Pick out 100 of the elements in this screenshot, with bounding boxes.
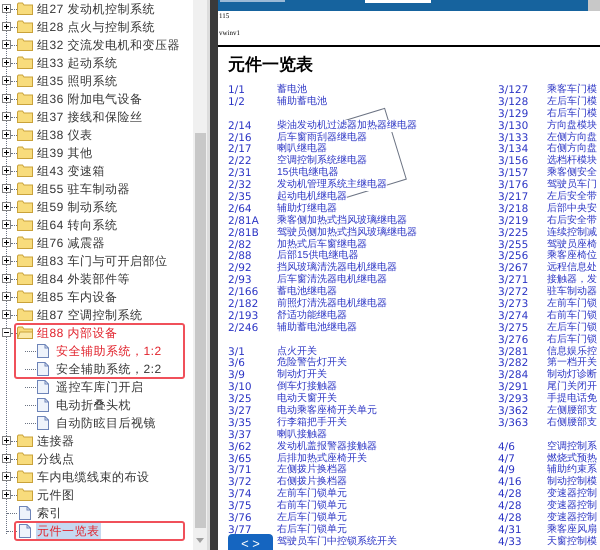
expand-icon[interactable] xyxy=(2,76,11,85)
tree-item[interactable]: 遥控车库门开启 xyxy=(55,379,144,395)
entry-name: 喇叭接触器 xyxy=(277,428,327,441)
entry-name: 后车窗雨刮器继电器 xyxy=(277,132,367,144)
tree-item[interactable]: 组64 转向系统 xyxy=(36,217,119,233)
tree-item[interactable]: 车内电缆线束的布设 xyxy=(36,469,150,485)
tree-item[interactable]: 元件图 xyxy=(36,487,76,503)
tree-item[interactable]: 组43 变速箱 xyxy=(36,163,106,179)
expand-icon[interactable] xyxy=(2,58,11,67)
entry-name: 空调控制系统继电器 xyxy=(277,155,367,168)
folder-icon xyxy=(17,254,33,267)
entry-code: 4/33 xyxy=(498,536,522,548)
tree-item[interactable]: 组84 外装部件等 xyxy=(36,271,132,287)
entry-code: 1/1 xyxy=(228,84,245,96)
entry-code: 3/130 xyxy=(498,120,528,132)
expand-icon[interactable] xyxy=(2,310,11,319)
tree-item[interactable]: 组37 接线和保险丝 xyxy=(36,109,144,125)
entry-code: 3/274 xyxy=(498,310,528,322)
entry-name: 辅助灯继电器 xyxy=(277,202,337,215)
tree-item[interactable]: 组76 减震器 xyxy=(36,235,106,251)
expand-icon[interactable] xyxy=(2,112,11,121)
entry-name: 驾驶员座椅 xyxy=(547,238,597,251)
entry-name: 蓄电池 xyxy=(277,84,307,96)
expand-icon[interactable] xyxy=(2,166,11,175)
tree-item[interactable]: 组36 附加电气设备 xyxy=(36,91,144,107)
entry-code: 2/35 xyxy=(228,190,252,203)
folder-icon xyxy=(17,20,33,33)
entry-code: 2/17 xyxy=(228,143,252,156)
tree-item[interactable]: 组83 车门与可开启部位 xyxy=(36,253,169,269)
entry-name: 15供电继电器 xyxy=(277,167,338,180)
entry-name: 乘客车门模 xyxy=(547,84,597,96)
tree-item[interactable]: 组27 发动机控制系统 xyxy=(36,1,156,17)
entry-code: 3/72 xyxy=(228,476,252,488)
entry-name: 左侧腰部支 xyxy=(547,405,597,417)
tree-item[interactable]: 组59 制动系统 xyxy=(36,199,119,215)
scrollbar-thumb[interactable] xyxy=(194,133,206,528)
expand-icon[interactable] xyxy=(2,184,11,193)
expand-icon[interactable] xyxy=(2,22,11,31)
entry-name: 柴油发动机过滤器加热器继电器 xyxy=(277,120,417,132)
tree-item[interactable]: 组55 驻车制动器 xyxy=(36,181,132,197)
entry-code: 3/71 xyxy=(228,464,252,476)
expand-icon[interactable] xyxy=(2,238,11,247)
expand-icon[interactable] xyxy=(2,148,11,157)
tree-item[interactable]: 组33 起动系统 xyxy=(36,55,119,71)
entry-name: 第一档开关 xyxy=(547,357,597,370)
expand-icon[interactable] xyxy=(2,94,11,103)
scrollbar[interactable] xyxy=(193,0,207,550)
expand-icon[interactable] xyxy=(2,40,11,49)
entry-code: 3/362 xyxy=(498,405,528,417)
tree-item[interactable]: 组32 交流发电机和变压器 xyxy=(36,37,182,53)
expand-icon[interactable] xyxy=(2,256,11,265)
entry-name: 驾驶员车门中控锁系统开关 xyxy=(277,536,397,548)
tree-item[interactable]: 电动折叠头枕 xyxy=(55,397,132,413)
expand-icon[interactable] xyxy=(2,490,11,499)
entry-code: 3/129 xyxy=(498,108,528,120)
expand-icon[interactable] xyxy=(2,472,11,481)
collapse-icon[interactable] xyxy=(2,328,11,337)
document-icon xyxy=(37,380,49,394)
entry-code: 3/218 xyxy=(498,202,528,215)
tree-item[interactable]: 安全辅助系统，2:2 xyxy=(55,361,163,377)
expand-icon[interactable] xyxy=(2,292,11,301)
entry-name: 右侧方向盘 xyxy=(547,143,597,156)
entry-name: 燃烧式预热 xyxy=(547,452,597,465)
entry-name: 方向盘模块 xyxy=(547,120,597,132)
entry-name: 选档杆模块 xyxy=(547,155,597,168)
tree-item[interactable]: 组28 点火与控制系统 xyxy=(36,19,156,35)
entry-name: 喇叭继电器 xyxy=(277,143,327,156)
tree-item[interactable]: 安全辅助系统，1:2 xyxy=(55,343,163,359)
tree-item[interactable]: 自动防眩目后视镜 xyxy=(55,415,157,431)
entry-name: 远程信息处 xyxy=(547,262,597,274)
tree-item[interactable]: 组88 内部设备 xyxy=(36,325,119,341)
tree-item[interactable]: 组39 其他 xyxy=(36,145,94,161)
entry-name: 后排加热式座椅开关 xyxy=(277,452,367,465)
expand-icon[interactable] xyxy=(2,130,11,139)
expand-icon[interactable] xyxy=(2,202,11,211)
expand-icon[interactable] xyxy=(2,454,11,463)
entry-code: 3/133 xyxy=(498,132,528,144)
folder-icon xyxy=(17,470,33,483)
entry-code: 4/7 xyxy=(498,452,515,465)
folder-icon xyxy=(17,452,33,465)
expand-icon[interactable] xyxy=(2,436,11,445)
entry-name: 右后车门模 xyxy=(547,108,597,120)
entry-name: 驾驶员侧加热式挡风玻璃继电器 xyxy=(277,226,417,239)
expand-icon[interactable] xyxy=(2,274,11,283)
tree-item[interactable]: 组85 车内设备 xyxy=(36,289,119,305)
tree-item[interactable]: 连接器 xyxy=(36,433,76,449)
entry-name: 行李箱把手开关 xyxy=(277,416,347,429)
expand-icon[interactable] xyxy=(2,220,11,229)
document-icon xyxy=(19,506,31,520)
entry-name: 连续控制减 xyxy=(547,226,597,239)
tree-item[interactable]: 组38 仪表 xyxy=(36,127,94,143)
entry-code: 3/219 xyxy=(498,214,528,227)
tree-item[interactable]: 分线点 xyxy=(36,451,76,467)
tree-item[interactable]: 组35 照明系统 xyxy=(36,73,119,89)
tree-item[interactable]: 组87 空调控制系统 xyxy=(36,307,144,323)
tree-item[interactable]: 索引 xyxy=(36,505,63,521)
entry-name: 点火开关 xyxy=(277,346,317,358)
expand-icon[interactable] xyxy=(2,4,11,13)
page-nav-button[interactable]: < > xyxy=(228,534,273,550)
entry-code: 2/93 xyxy=(228,274,252,286)
